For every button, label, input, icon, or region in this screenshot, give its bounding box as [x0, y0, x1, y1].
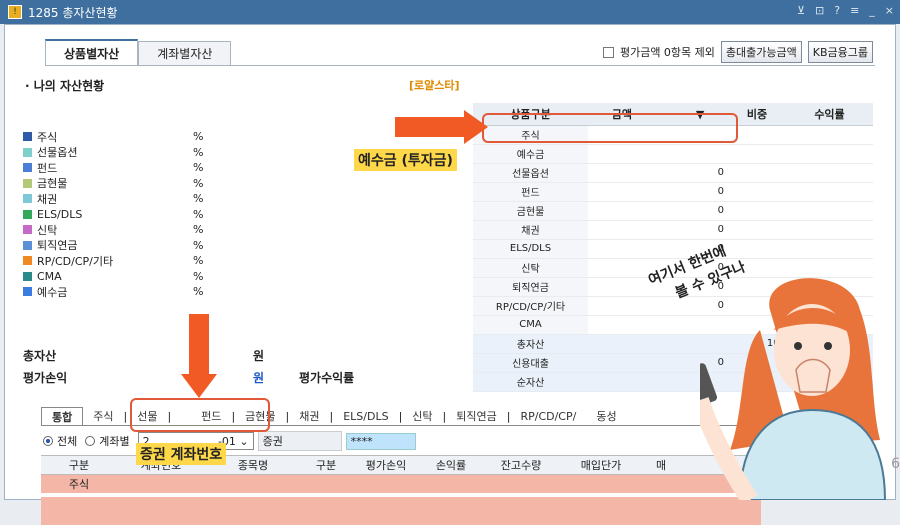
app-icon: !	[8, 5, 22, 19]
tab-bond[interactable]: 채권	[289, 407, 329, 425]
table-row: 예수금	[473, 144, 873, 164]
table-row: 주식	[41, 475, 761, 493]
radio-by-account[interactable]	[85, 436, 96, 446]
tab-product-assets[interactable]: 상품별자산	[45, 39, 139, 65]
menu-icon[interactable]: ≡	[850, 4, 859, 17]
tab-rp[interactable]: RP/CD/CP/	[510, 407, 586, 425]
account-annotation: 증권 계좌번호	[136, 443, 227, 465]
pin-icon[interactable]: ⊡	[815, 4, 824, 17]
table-row: 금현물 0	[473, 201, 873, 221]
legend-item: 채권%	[23, 191, 203, 207]
tab-pension[interactable]: 퇴직연금	[446, 407, 506, 425]
legend-item: ELS/DLS%	[23, 207, 203, 223]
exclude-zero-checkbox[interactable]	[602, 46, 614, 58]
deposit-annotation: 예수금 (투자금)	[354, 149, 457, 171]
table-row: 채권 0	[473, 220, 873, 240]
exclude-zero-label: 평가금액 0항목 제외	[619, 46, 715, 59]
help-icon[interactable]: ?	[834, 4, 840, 17]
minimize-icon[interactable]: _	[869, 4, 875, 17]
legend-item: 퇴직연금%	[23, 238, 203, 254]
tab-els[interactable]: ELS/DLS	[333, 407, 398, 425]
tab-account-assets[interactable]: 계좌별자산	[138, 41, 232, 65]
radio-all[interactable]	[43, 436, 53, 446]
filter-bar: 전체 계좌별 2 -01 ⌄ 증권 ****	[43, 431, 416, 451]
pl-unit: 원	[253, 371, 265, 385]
legend-item: CMA%	[23, 269, 203, 285]
col-return: 수익률	[786, 103, 873, 126]
pl-rate-label: 평가수익률	[299, 371, 355, 385]
chevron-down-icon: ⌄	[239, 434, 249, 448]
total-unit: 원	[253, 349, 265, 363]
total-loan-button[interactable]: 총대출가능금액	[720, 41, 802, 63]
loyal-star-badge: [로얄스타]	[409, 79, 460, 92]
close-icon[interactable]: ×	[885, 4, 894, 17]
deposit-highlight-box	[482, 113, 738, 143]
total-label: 총자산	[23, 349, 57, 363]
pl-label: 평가손익	[23, 371, 68, 385]
bottom-tabs: 통합 주식 | 선물 | 펀드 | 금현물 | 채권 | ELS/DLS | 신탁 | 퇴직연…	[41, 407, 627, 425]
table-row: 선물옵션 0	[473, 163, 873, 183]
password-field[interactable]: ****	[345, 432, 416, 450]
legend-item: 주식%	[23, 129, 203, 145]
dock-icon[interactable]: ⊻	[797, 4, 805, 17]
table-row: 펀드 0	[473, 182, 873, 202]
legend-item: 펀드%	[23, 160, 203, 176]
tab-trust[interactable]: 신탁	[402, 407, 442, 425]
window-controls: ⊻ ⊡ ? ≡ _ ×	[797, 4, 894, 17]
arrow-down-icon-head	[181, 374, 217, 398]
arrow-right-icon-head	[464, 110, 488, 144]
account-highlight-box	[130, 398, 270, 432]
my-assets-section: · 나의 자산현황 [로얄스타]	[25, 77, 465, 94]
legend-item: 선물옵션%	[23, 145, 203, 161]
tab-stock[interactable]: 주식	[83, 407, 123, 425]
kb-group-button[interactable]: KB금융그룹	[807, 41, 873, 63]
page-number: 6	[891, 456, 900, 472]
tab-etc[interactable]: 동성	[586, 407, 626, 425]
securities-label: 증권	[257, 431, 342, 451]
surprised-woman-illustration	[700, 278, 887, 500]
tab-integrated[interactable]: 통합	[41, 407, 84, 425]
arrow-right-icon	[395, 117, 465, 137]
arrow-down-icon	[189, 314, 209, 376]
title-bar: ! 1285 총자산현황 ⊻ ⊡ ? ≡ _ ×	[0, 0, 900, 24]
legend-item: 신탁%	[23, 222, 203, 238]
legend-item: 예수금%	[23, 284, 203, 300]
legend-item: 금현물%	[23, 176, 203, 192]
section-title: · 나의 자산현황	[25, 79, 105, 93]
legend-item: RP/CD/CP/기타%	[23, 253, 203, 269]
table-row: ELS/DLS 0	[473, 239, 873, 259]
window-title: 1285 총자산현황	[28, 5, 118, 20]
asset-legend: 주식% 선물옵션% 펀드% 금현물% 채권% ELS/DLS% 신탁% 퇴직연금…	[23, 129, 203, 300]
